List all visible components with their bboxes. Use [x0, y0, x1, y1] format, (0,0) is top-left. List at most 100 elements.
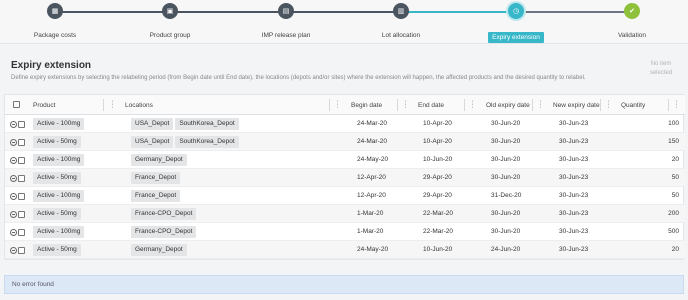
row-checkbox[interactable] [18, 211, 25, 218]
wizard-stepper: ▦ Package costs ▣ Product group ▤ IMP release… [0, 0, 688, 44]
expiry-extension-table: Product · · · Locations · · · Begin date · · · End d… [4, 94, 685, 260]
remove-row-icon[interactable] [10, 247, 17, 254]
column-header-old-expiry-date[interactable]: Old expiry date [486, 95, 530, 115]
step-package-costs[interactable]: ▦ Package costs [0, 3, 110, 39]
column-menu-icon[interactable]: · · · [539, 98, 542, 111]
new-expiry-date-cell: 30-Jun-23 [559, 246, 589, 253]
begin-date-cell: 1-Mar-20 [357, 228, 384, 235]
column-menu-icon[interactable]: · · · [336, 98, 339, 111]
remove-row-icon[interactable] [10, 121, 17, 128]
product-cell: Active - 50mg [33, 241, 83, 259]
begin-date-cell: 24-May-20 [357, 246, 389, 253]
column-menu-icon[interactable]: · · · [404, 98, 407, 111]
table-row[interactable]: Active - 50mg France-CPO_Depot 1-Mar-20 22-… [5, 205, 685, 223]
location-chip: France-CPO_Depot [131, 208, 197, 220]
table-row[interactable]: Active - 100mg Germany_Depot 24-May-20 10-J… [5, 151, 685, 169]
step-validation[interactable]: ✔ Validation [577, 3, 687, 39]
old-expiry-date-cell: 30-Jun-20 [491, 228, 521, 235]
row-controls [10, 138, 26, 147]
row-controls [10, 210, 26, 219]
column-menu-icon[interactable]: · · · [675, 98, 678, 111]
row-checkbox[interactable] [18, 157, 25, 164]
row-checkbox[interactable] [18, 247, 25, 254]
row-checkbox[interactable] [18, 175, 25, 182]
end-date-cell: 10-Apr-20 [423, 138, 452, 145]
product-cell: Active - 50mg [33, 169, 83, 187]
table-row[interactable]: Active - 100mg France-CPO_Depot 1-Mar-20 22… [5, 223, 685, 241]
column-header-product[interactable]: Product [33, 95, 55, 115]
column-header-new-expiry-date[interactable]: New expiry date [553, 95, 600, 115]
column-resize-handle[interactable] [397, 99, 398, 111]
row-controls [10, 228, 26, 237]
step-lot-allocation[interactable]: ▥ Lot allocation [346, 3, 456, 39]
column-menu-icon[interactable]: · · · [111, 98, 114, 111]
check-icon: ✔ [624, 3, 640, 19]
new-expiry-date-cell: 30-Jun-23 [559, 228, 589, 235]
row-checkbox[interactable] [18, 121, 25, 128]
location-chip: France-CPO_Depot [131, 226, 197, 238]
old-expiry-date-cell: 30-Jun-20 [491, 156, 521, 163]
step-label: Package costs [33, 32, 77, 39]
end-date-cell: 10-Jun-20 [423, 246, 453, 253]
column-resize-handle[interactable] [668, 99, 669, 111]
column-header-quantity[interactable]: Quantity [621, 95, 645, 115]
begin-date-cell: 24-Mar-20 [357, 138, 387, 145]
row-controls [10, 120, 26, 129]
column-resize-handle[interactable] [329, 99, 330, 111]
column-header-begin-date[interactable]: Begin date [351, 95, 382, 115]
column-resize-handle[interactable] [532, 99, 533, 111]
locations-cell: France_Depot [131, 187, 182, 205]
table-row[interactable]: Active - 50mg France_Depot 12-Apr-20 29-Apr… [5, 169, 685, 187]
column-resize-handle[interactable] [103, 99, 104, 111]
remove-row-icon[interactable] [10, 193, 17, 200]
quantity-cell: 500 [668, 228, 679, 235]
box-icon: ▣ [162, 3, 178, 19]
product-chip: Active - 100mg [33, 118, 85, 130]
table-row[interactable]: Active - 100mg USA_Depot SouthKorea_Depot 2… [5, 115, 685, 133]
column-resize-handle[interactable] [600, 99, 601, 111]
calendar-icon: ▥ [393, 3, 409, 19]
old-expiry-date-cell: 30-Jun-20 [491, 120, 521, 127]
selection-info: No item selected [649, 61, 673, 76]
row-controls [10, 174, 26, 183]
remove-row-icon[interactable] [10, 211, 17, 218]
column-resize-handle[interactable] [464, 99, 465, 111]
remove-row-icon[interactable] [10, 139, 17, 146]
step-label: Product group [149, 32, 191, 39]
select-all-checkbox[interactable] [13, 101, 20, 108]
column-header-end-date[interactable]: End date [418, 95, 444, 115]
row-checkbox[interactable] [18, 193, 25, 200]
step-expiry-extension[interactable]: ◷ Expiry extension [461, 3, 571, 43]
new-expiry-date-cell: 30-Jun-23 [559, 192, 589, 199]
remove-row-icon[interactable] [10, 157, 17, 164]
remove-row-icon[interactable] [10, 229, 17, 236]
new-expiry-date-cell: 30-Jun-23 [559, 120, 589, 127]
row-checkbox[interactable] [18, 229, 25, 236]
row-checkbox[interactable] [18, 139, 25, 146]
product-cell: Active - 100mg [33, 151, 86, 169]
column-header-locations[interactable]: Locations [125, 95, 153, 115]
location-chip: SouthKorea_Depot [175, 118, 239, 130]
location-chip: USA_Depot [131, 136, 174, 148]
step-imp-release-plan[interactable]: ▤ IMP release plan [231, 3, 341, 39]
table-row[interactable]: Active - 100mg France_Depot 12-Apr-20 29-Ap… [5, 187, 685, 205]
remove-row-icon[interactable] [10, 175, 17, 182]
begin-date-cell: 24-May-20 [357, 156, 389, 163]
step-label: Validation [617, 32, 647, 39]
location-chip: USA_Depot [131, 118, 174, 130]
begin-date-cell: 24-Mar-20 [357, 120, 387, 127]
old-expiry-date-cell: 31-Dec-20 [491, 192, 522, 199]
row-controls [10, 192, 26, 201]
location-chip: France_Depot [131, 190, 181, 202]
begin-date-cell: 12-Apr-20 [357, 174, 386, 181]
column-menu-icon[interactable]: · · · [471, 98, 474, 111]
column-menu-icon[interactable]: · · · [607, 98, 610, 111]
locations-cell: USA_Depot SouthKorea_Depot [131, 133, 241, 151]
step-product-group[interactable]: ▣ Product group [115, 3, 225, 39]
table-row[interactable]: Active - 50mg USA_Depot SouthKorea_Depot 24… [5, 133, 685, 151]
table-row[interactable]: Active - 50mg Germany_Depot 24-May-20 10-Ju… [5, 241, 685, 259]
row-controls [10, 246, 26, 255]
old-expiry-date-cell: 30-Jun-20 [491, 174, 521, 181]
quantity-cell: 20 [671, 246, 679, 253]
old-expiry-date-cell: 30-Jun-20 [491, 138, 521, 145]
